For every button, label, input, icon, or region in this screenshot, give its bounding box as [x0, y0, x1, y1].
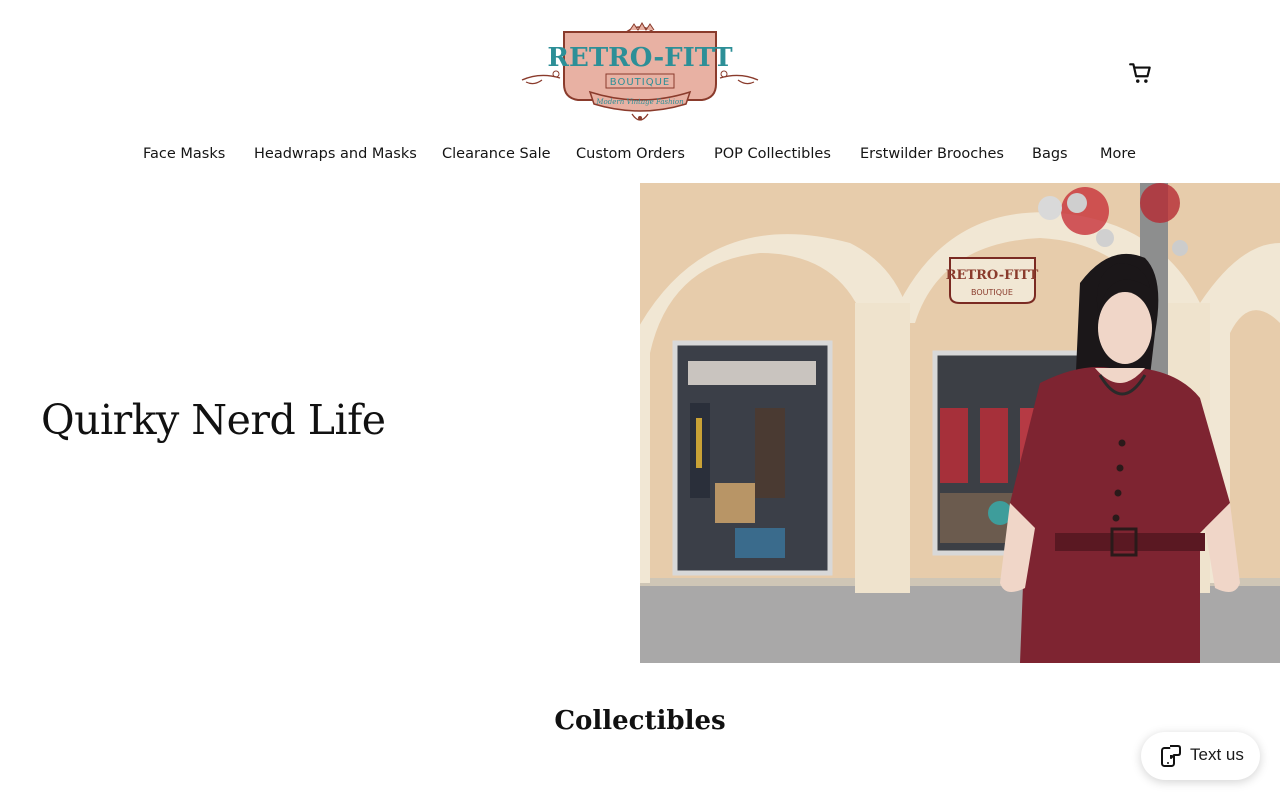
nav-item-headwraps-and-masks[interactable]: Headwraps and Masks: [254, 140, 417, 168]
nav-item-bags[interactable]: Bags: [1032, 140, 1068, 168]
nav-item-more[interactable]: More: [1100, 140, 1136, 168]
message-phone-icon: [1161, 745, 1181, 767]
main-nav: Face Masks Headwraps and Masks Clearance…: [0, 140, 1280, 170]
storefront-sign-subtext: BOUTIQUE: [971, 288, 1013, 297]
nav-item-custom-orders[interactable]: Custom Orders: [576, 140, 685, 168]
hero-title: Quirky Nerd Life: [41, 396, 386, 444]
cart-icon[interactable]: [1128, 60, 1154, 86]
nav-item-face-masks[interactable]: Face Masks: [143, 140, 225, 168]
storefront-photo: RETRO-FITT BOUTIQUE: [640, 183, 1280, 663]
logo-text-main: RETRO-FITT: [547, 43, 733, 73]
logo-text-sub: BOUTIQUE: [610, 77, 670, 88]
section-title-collectibles: Collectibles: [554, 706, 726, 736]
logo-tagline: Modern Vintage Fashion: [595, 98, 684, 106]
storefront-sign-text: RETRO-FITT: [946, 268, 1039, 283]
store-logo[interactable]: RETRO-FITT BOUTIQUE Modern Vintage Fashi…: [520, 22, 760, 126]
nav-item-clearance-sale[interactable]: Clearance Sale: [442, 140, 551, 168]
nav-item-erstwilder-brooches[interactable]: Erstwilder Brooches: [860, 140, 1004, 168]
site-header: RETRO-FITT BOUTIQUE Modern Vintage Fashi…: [0, 0, 1280, 130]
text-us-label: Text us: [1190, 745, 1244, 764]
nav-item-pop-collectibles[interactable]: POP Collectibles: [714, 140, 831, 168]
hero-image: RETRO-FITT BOUTIQUE: [640, 183, 1280, 663]
text-us-button[interactable]: Text us: [1141, 732, 1260, 780]
